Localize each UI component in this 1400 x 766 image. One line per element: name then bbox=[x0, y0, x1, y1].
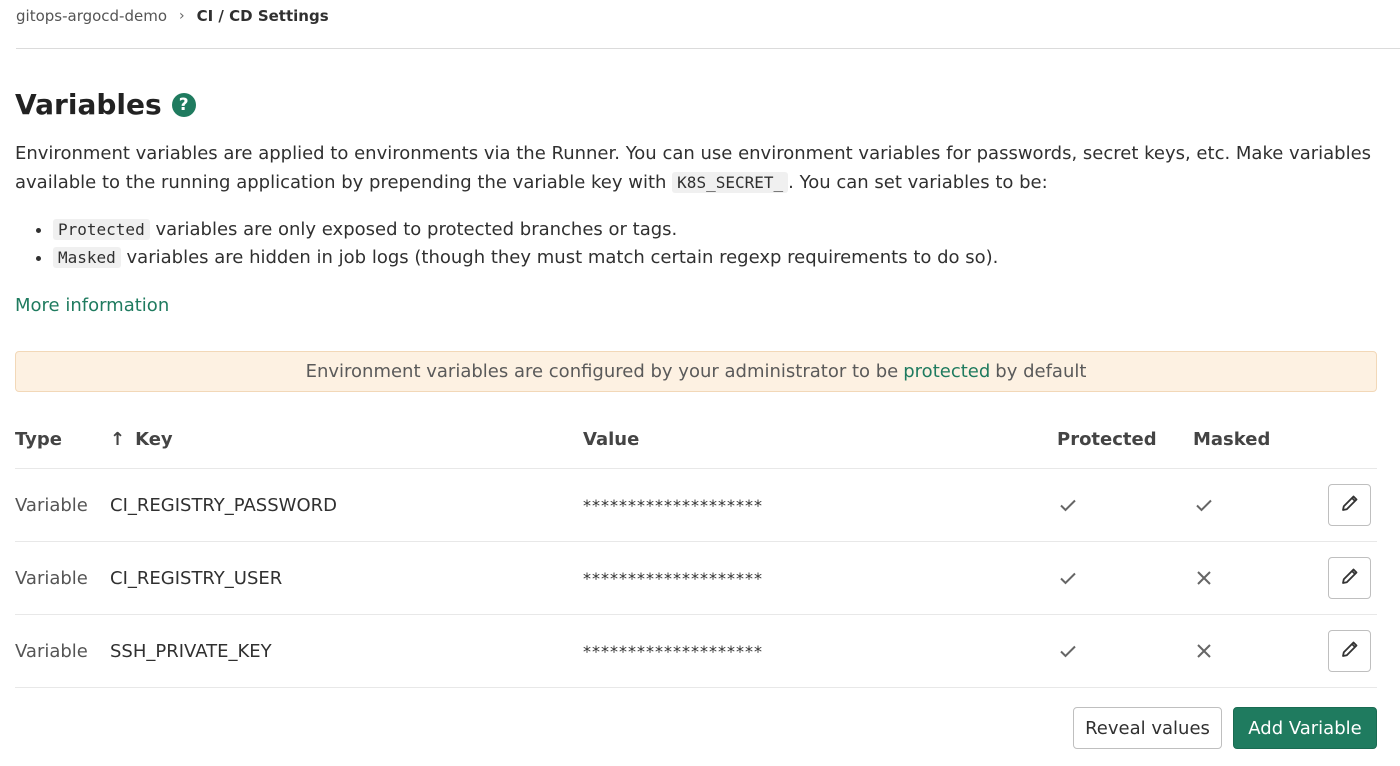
reveal-values-button[interactable]: Reveal values bbox=[1073, 707, 1222, 749]
actions-cell bbox=[1328, 615, 1371, 687]
variable-key: CI_REGISTRY_PASSWORD bbox=[110, 494, 337, 516]
variables-description: Environment variables are applied to env… bbox=[15, 139, 1385, 197]
masked-code: Masked bbox=[53, 247, 121, 268]
table-row: Variable CI_REGISTRY_USER **************… bbox=[15, 542, 1377, 615]
description-text-2: . You can set variables to be: bbox=[788, 172, 1048, 193]
column-header-type[interactable]: Type bbox=[15, 410, 62, 468]
variable-value: ******************** bbox=[583, 641, 763, 661]
breadcrumb-separator-icon: › bbox=[179, 8, 185, 24]
variable-type: Variable bbox=[15, 567, 88, 589]
variables-table: Type ↑ Key Value Protected Masked Variab… bbox=[15, 410, 1377, 688]
table-header-row: Type ↑ Key Value Protected Masked bbox=[15, 410, 1377, 469]
list-item-text: variables are only exposed to protected … bbox=[155, 219, 678, 240]
breadcrumb-project-link[interactable]: gitops-argocd-demo bbox=[16, 7, 167, 25]
pencil-icon bbox=[1340, 493, 1360, 518]
breadcrumb: gitops-argocd-demo › CI / CD Settings bbox=[16, 0, 1400, 49]
masked-cell bbox=[1193, 469, 1215, 541]
protected-code: Protected bbox=[53, 219, 150, 240]
table-row: Variable CI_REGISTRY_PASSWORD **********… bbox=[15, 469, 1377, 542]
table-row: Variable SSH_PRIVATE_KEY ***************… bbox=[15, 615, 1377, 688]
alert-text-2: by default bbox=[995, 361, 1087, 382]
list-item: Protected variables are only exposed to … bbox=[53, 216, 998, 244]
alert-text-1: Environment variables are configured by … bbox=[305, 361, 899, 382]
variable-type: Variable bbox=[15, 640, 88, 662]
column-header-key[interactable]: ↑ Key bbox=[110, 410, 173, 468]
pencil-icon bbox=[1340, 566, 1360, 591]
variable-type: Variable bbox=[15, 494, 88, 516]
variable-key: SSH_PRIVATE_KEY bbox=[110, 640, 272, 662]
list-item: Masked variables are hidden in job logs … bbox=[53, 244, 998, 272]
variable-value: ******************** bbox=[583, 568, 763, 588]
actions-cell bbox=[1328, 469, 1371, 541]
page-title: Variables ? bbox=[15, 88, 196, 121]
pencil-icon bbox=[1340, 639, 1360, 664]
check-icon bbox=[1193, 494, 1215, 516]
question-help-icon[interactable]: ? bbox=[171, 92, 196, 117]
check-icon bbox=[1057, 494, 1079, 516]
check-icon bbox=[1057, 640, 1079, 662]
edit-variable-button[interactable] bbox=[1328, 557, 1371, 599]
column-header-key-label: Key bbox=[135, 428, 173, 450]
add-variable-button[interactable]: Add Variable bbox=[1233, 707, 1377, 749]
masked-cell bbox=[1193, 615, 1215, 687]
masked-cell bbox=[1193, 542, 1215, 614]
variable-key: CI_REGISTRY_USER bbox=[110, 567, 283, 589]
close-x-icon bbox=[1193, 640, 1215, 662]
edit-variable-button[interactable] bbox=[1328, 484, 1371, 526]
breadcrumb-current: CI / CD Settings bbox=[196, 7, 329, 25]
protected-cell bbox=[1057, 615, 1079, 687]
variables-heading: Variables bbox=[15, 88, 162, 121]
close-x-icon bbox=[1193, 567, 1215, 589]
actions-cell bbox=[1328, 542, 1371, 614]
list-item-text: variables are hidden in job logs (though… bbox=[126, 247, 999, 268]
variable-types-list: Protected variables are only exposed to … bbox=[15, 216, 998, 272]
sort-arrow-up-icon: ↑ bbox=[110, 428, 126, 450]
column-header-value[interactable]: Value bbox=[583, 410, 639, 468]
check-icon bbox=[1057, 567, 1079, 589]
protected-default-alert: Environment variables are configured by … bbox=[15, 351, 1377, 392]
protected-cell bbox=[1057, 542, 1079, 614]
variable-value: ******************** bbox=[583, 495, 763, 515]
protected-cell bbox=[1057, 469, 1079, 541]
more-information-link[interactable]: More information bbox=[15, 295, 169, 316]
protected-link[interactable]: protected bbox=[903, 361, 990, 382]
column-header-protected[interactable]: Protected bbox=[1057, 410, 1157, 468]
k8s-secret-code: K8S_SECRET_ bbox=[672, 172, 789, 193]
column-header-masked[interactable]: Masked bbox=[1193, 410, 1270, 468]
edit-variable-button[interactable] bbox=[1328, 630, 1371, 672]
